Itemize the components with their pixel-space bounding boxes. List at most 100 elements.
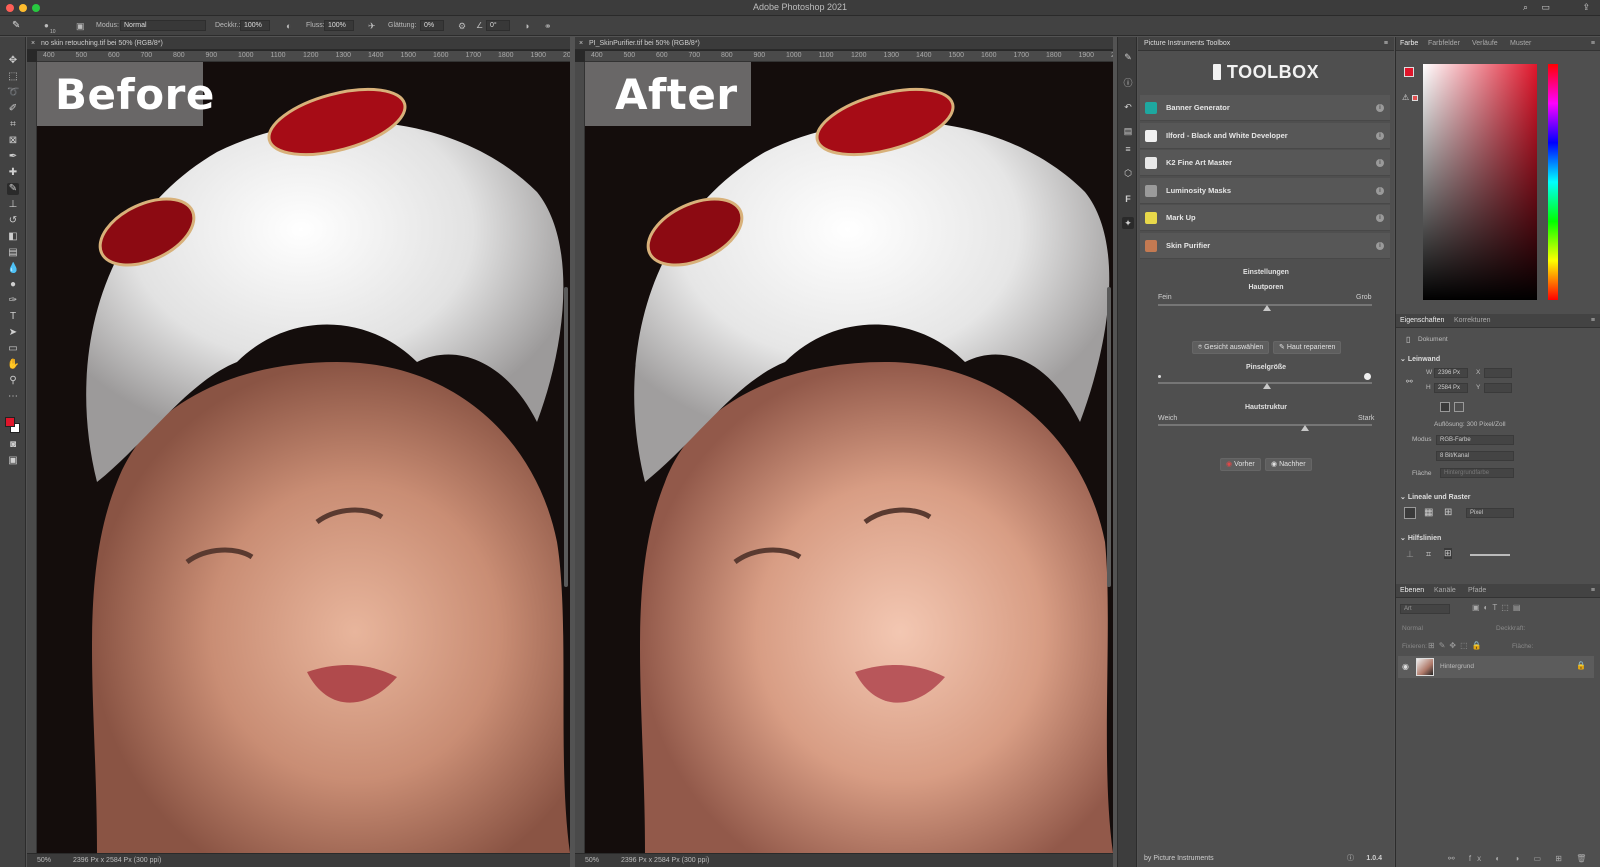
width-field[interactable]: 2396 Px (1434, 368, 1468, 378)
info-icon[interactable]: i (1376, 104, 1384, 112)
tab-properties[interactable]: Eigenschaften (1400, 314, 1444, 328)
search-icon[interactable]: ⌕ (1523, 2, 1528, 13)
tab-color[interactable]: Farbe (1400, 37, 1418, 51)
eyedropper-tool-icon[interactable]: ✒ (7, 151, 19, 163)
shape-tool-icon[interactable]: ▭ (7, 343, 19, 355)
brush-settings-icon[interactable]: ▣ (76, 20, 85, 32)
panel-menu-icon[interactable]: ≡ (1591, 584, 1595, 598)
flow-field[interactable]: 100% (324, 20, 354, 31)
tab-adjustments[interactable]: Korrekturen (1454, 314, 1491, 328)
mode-select[interactable]: RGB-Farbe (1436, 435, 1514, 445)
layer-row-background[interactable]: ◉ Hintergrund 🔒 (1398, 656, 1594, 678)
path-select-tool-icon[interactable]: ➤ (7, 327, 19, 339)
tab-layers[interactable]: Ebenen (1400, 584, 1424, 598)
stamp-tool-icon[interactable]: ⊥ (7, 199, 19, 211)
toolbox-item[interactable]: Skin Purifier i (1140, 232, 1390, 259)
share-icon[interactable]: ⇪ (1582, 2, 1590, 13)
guide-line-select[interactable] (1470, 554, 1510, 556)
tab-swatches[interactable]: Farbfelder (1428, 37, 1460, 51)
hand-tool-icon[interactable]: ✋ (7, 359, 19, 371)
orientation-landscape-icon[interactable] (1454, 402, 1464, 412)
marquee-tool-icon[interactable]: ⬚ (7, 71, 19, 83)
plugin-icon[interactable]: ✦ (1122, 217, 1134, 229)
zoom-level[interactable]: 50% (585, 857, 599, 864)
fill-color-select[interactable]: Hintergrundfarbe (1440, 468, 1514, 478)
document-tab-after[interactable]: × PI_SkinPurifier.tif bei 50% (RGB/8*) (575, 37, 1113, 50)
info-icon[interactable]: i (1376, 214, 1384, 222)
gradient-tool-icon[interactable]: ▤ (7, 247, 19, 259)
texture-slider-track[interactable] (1158, 424, 1372, 426)
workspace-icon[interactable]: ▭ (1541, 2, 1550, 13)
vertical-scrollbar[interactable] (564, 287, 568, 587)
frame-tool-icon[interactable]: ⊠ (7, 135, 19, 147)
paragraph-icon[interactable]: ≡ (1122, 143, 1134, 155)
panel-menu-icon[interactable]: ≡ (1591, 314, 1595, 328)
brush-settings-icon[interactable]: ✎ (1122, 51, 1134, 63)
orientation-portrait-icon[interactable] (1440, 402, 1450, 412)
brush-preset-picker[interactable]: ● (44, 20, 49, 32)
angle-field[interactable]: 0° (486, 20, 510, 31)
toolbox-item[interactable]: Luminosity Masks i (1140, 177, 1390, 204)
type-tool-icon[interactable]: T (7, 311, 19, 323)
gear-icon[interactable]: ⚙ (458, 20, 466, 32)
pressure-opacity-icon[interactable]: ◐ (286, 20, 291, 32)
ruler-unit-select[interactable]: Pixel (1466, 508, 1514, 518)
visibility-eye-icon[interactable]: ◉ (1402, 662, 1409, 671)
brush-tool-icon[interactable]: ✎ (7, 183, 19, 195)
guides-section-title[interactable]: ⌄ Hilfslinien (1400, 534, 1441, 542)
layers-footer-icons[interactable]: ⚯ fx ◐ ◑ ▭ ⊞ 🗑 (1448, 854, 1592, 863)
hue-slider[interactable] (1548, 64, 1558, 300)
history-icon[interactable]: ↶ (1122, 101, 1134, 113)
close-tab-icon[interactable]: × (579, 37, 583, 50)
eraser-tool-icon[interactable]: ◧ (7, 231, 19, 243)
y-field[interactable] (1484, 383, 1512, 393)
close-tab-icon[interactable]: × (31, 37, 35, 50)
texture-slider-thumb[interactable] (1301, 425, 1309, 431)
filter-icons[interactable]: ▣◐T⬚▤ (1472, 603, 1524, 612)
brush-size-slider-thumb[interactable] (1263, 383, 1271, 389)
select-face-button[interactable]: ⌾ Gesicht auswählen (1192, 341, 1270, 354)
toolbox-item[interactable]: K2 Fine Art Master i (1140, 150, 1390, 176)
info-icon[interactable]: i (1376, 159, 1384, 167)
rulers-section-title[interactable]: ⌄ Lineale und Raster (1400, 493, 1470, 501)
pixel-grid-icon[interactable]: ⊞ (1444, 507, 1452, 518)
symmetry-icon[interactable]: ⚭ (544, 20, 552, 32)
toolbox-item[interactable]: Banner Generator i (1140, 95, 1390, 121)
bit-depth-select[interactable]: 8 Bit/Kanal (1436, 451, 1514, 461)
brush-tool-icon[interactable]: ✎ (12, 20, 20, 32)
smoothing-field[interactable]: 0% (420, 20, 444, 31)
help-icon[interactable]: ⓘ (1347, 851, 1354, 867)
font-icon[interactable]: F (1122, 193, 1134, 205)
blur-tool-icon[interactable]: 💧 (7, 263, 19, 275)
pressure-size-icon[interactable]: ◑ (524, 20, 529, 32)
toolbox-item[interactable]: Ilford - Black and White Developer i (1140, 122, 1390, 149)
info-icon[interactable]: ⓘ (1122, 77, 1134, 89)
info-icon[interactable]: i (1376, 131, 1384, 140)
height-field[interactable]: 2584 Px (1434, 383, 1468, 393)
tab-patterns[interactable]: Muster (1510, 37, 1531, 51)
history-brush-tool-icon[interactable]: ↺ (7, 215, 19, 227)
airbrush-icon[interactable]: ✈ (368, 20, 376, 32)
screen-mode-icon[interactable]: ▣ (7, 455, 19, 467)
photo-canvas-after[interactable]: After (585, 62, 1113, 853)
guide-align-icon[interactable]: ⊥ (1406, 549, 1414, 560)
link-icon[interactable]: ⚯ (1406, 377, 1413, 386)
quick-select-tool-icon[interactable]: ✐ (7, 103, 19, 115)
info-icon[interactable]: i (1376, 241, 1384, 250)
move-tool-icon[interactable]: ✥ (7, 55, 19, 67)
lock-icons[interactable]: ⊞✎✥⬚🔒 (1428, 641, 1486, 650)
quick-mask-icon[interactable]: ◙ (7, 439, 19, 451)
more-tools-icon[interactable]: ⋯ (7, 391, 19, 403)
info-icon[interactable]: i (1376, 186, 1384, 195)
tab-channels[interactable]: Kanäle (1434, 584, 1456, 598)
tab-gradients[interactable]: Verläufe (1472, 37, 1498, 51)
canvas-section-title[interactable]: ⌄ Leinwand (1400, 355, 1440, 363)
ruler-icon[interactable] (1404, 507, 1416, 519)
pen-tool-icon[interactable]: ✑ (7, 295, 19, 307)
tab-paths[interactable]: Pfade (1468, 584, 1486, 598)
pores-slider-thumb[interactable] (1263, 305, 1271, 311)
zoom-tool-icon[interactable]: ⚲ (7, 375, 19, 387)
color-field[interactable] (1423, 64, 1537, 300)
x-field[interactable] (1484, 368, 1512, 378)
gamut-swatch[interactable] (1412, 95, 1418, 101)
